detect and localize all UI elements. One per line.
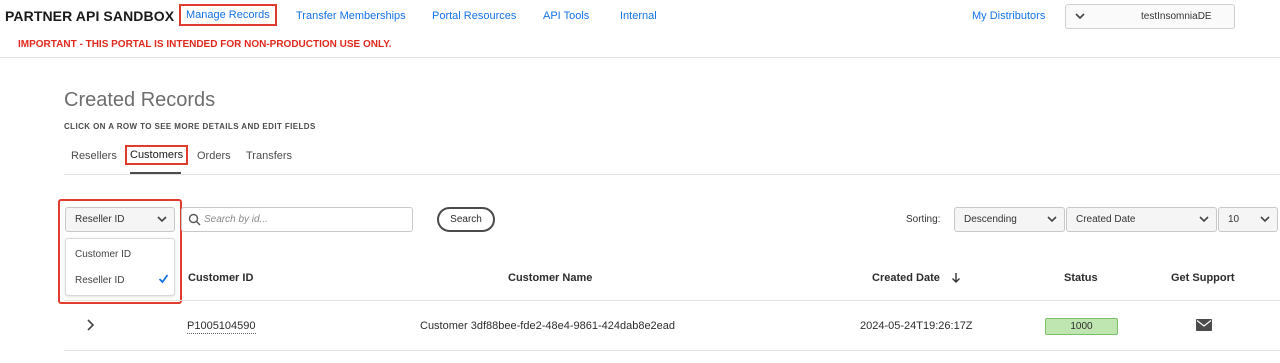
sort-field-value: Created Date [1076,214,1136,225]
sort-direction-select[interactable]: Descending [954,207,1065,232]
distributor-select[interactable]: testInsomniaDE [1065,4,1235,29]
tab-customers[interactable]: Customers [125,145,189,165]
chevron-right-icon[interactable] [85,318,95,332]
table-row-divider [64,350,1280,351]
checkmark-icon [158,274,169,284]
column-header-customer-name[interactable]: Customer Name [508,272,592,284]
nav-portal-resources[interactable]: Portal Resources [432,10,516,22]
filter-type-value: Reseller ID [75,214,125,225]
distributor-value: testInsomniaDE [1141,11,1212,22]
sort-field-select[interactable]: Created Date [1066,207,1217,232]
page-size-value: 10 [1228,214,1240,225]
filter-type-dropdown: Customer ID Reseller ID [65,238,175,296]
page-subtitle: CLICK ON A ROW TO SEE MORE DETAILS AND E… [64,122,316,131]
nav-transfer-memberships[interactable]: Transfer Memberships [296,10,406,22]
chevron-down-icon [157,216,167,223]
sort-direction-value: Descending [964,214,1017,225]
column-header-status[interactable]: Status [1064,272,1098,284]
cell-created-date: 2024-05-24T19:26:17Z [860,320,973,332]
column-header-get-support: Get Support [1171,272,1235,284]
page-title: Created Records [64,89,216,111]
cell-customer-name: Customer 3df88bee-fde2-48e4-9861-424dab8… [420,320,676,332]
chevron-down-icon [1075,13,1085,20]
tab-resellers[interactable]: Resellers [71,150,117,162]
top-navigation-bar: PARTNER API SANDBOX Manage Records Trans… [0,0,1280,58]
mail-icon[interactable] [1196,319,1212,331]
dropdown-option-customer-id[interactable]: Customer ID [75,249,131,260]
nav-internal[interactable]: Internal [620,10,657,22]
sort-arrow-down-icon[interactable] [951,272,961,284]
brand-title: PARTNER API SANDBOX [5,8,175,24]
chevron-down-icon [1260,216,1270,223]
nav-manage-records[interactable]: Manage Records [179,4,277,26]
nav-api-tools[interactable]: API Tools [543,10,589,22]
tab-transfers[interactable]: Transfers [246,150,292,162]
sorting-label: Sorting: [906,214,941,225]
filter-type-select[interactable]: Reseller ID [65,207,175,232]
search-icon [188,213,201,226]
chevron-down-icon [1199,216,1209,223]
search-button[interactable]: Search [437,207,495,232]
search-input[interactable] [204,211,404,228]
column-header-customer-id[interactable]: Customer ID [188,272,253,284]
my-distributors-link[interactable]: My Distributors [972,10,1045,22]
tabs-divider [64,174,1280,175]
status-badge: 1000 [1045,318,1118,335]
tab-orders[interactable]: Orders [197,150,231,162]
cell-customer-id[interactable]: P1005104590 [187,320,256,334]
search-field[interactable] [181,207,413,232]
column-header-created-date[interactable]: Created Date [872,272,940,284]
page-size-select[interactable]: 10 [1218,207,1278,232]
table-header-divider [64,300,1280,301]
non-production-warning: IMPORTANT - THIS PORTAL IS INTENDED FOR … [18,39,392,50]
dropdown-option-reseller-id[interactable]: Reseller ID [75,275,124,286]
chevron-down-icon [1047,216,1057,223]
